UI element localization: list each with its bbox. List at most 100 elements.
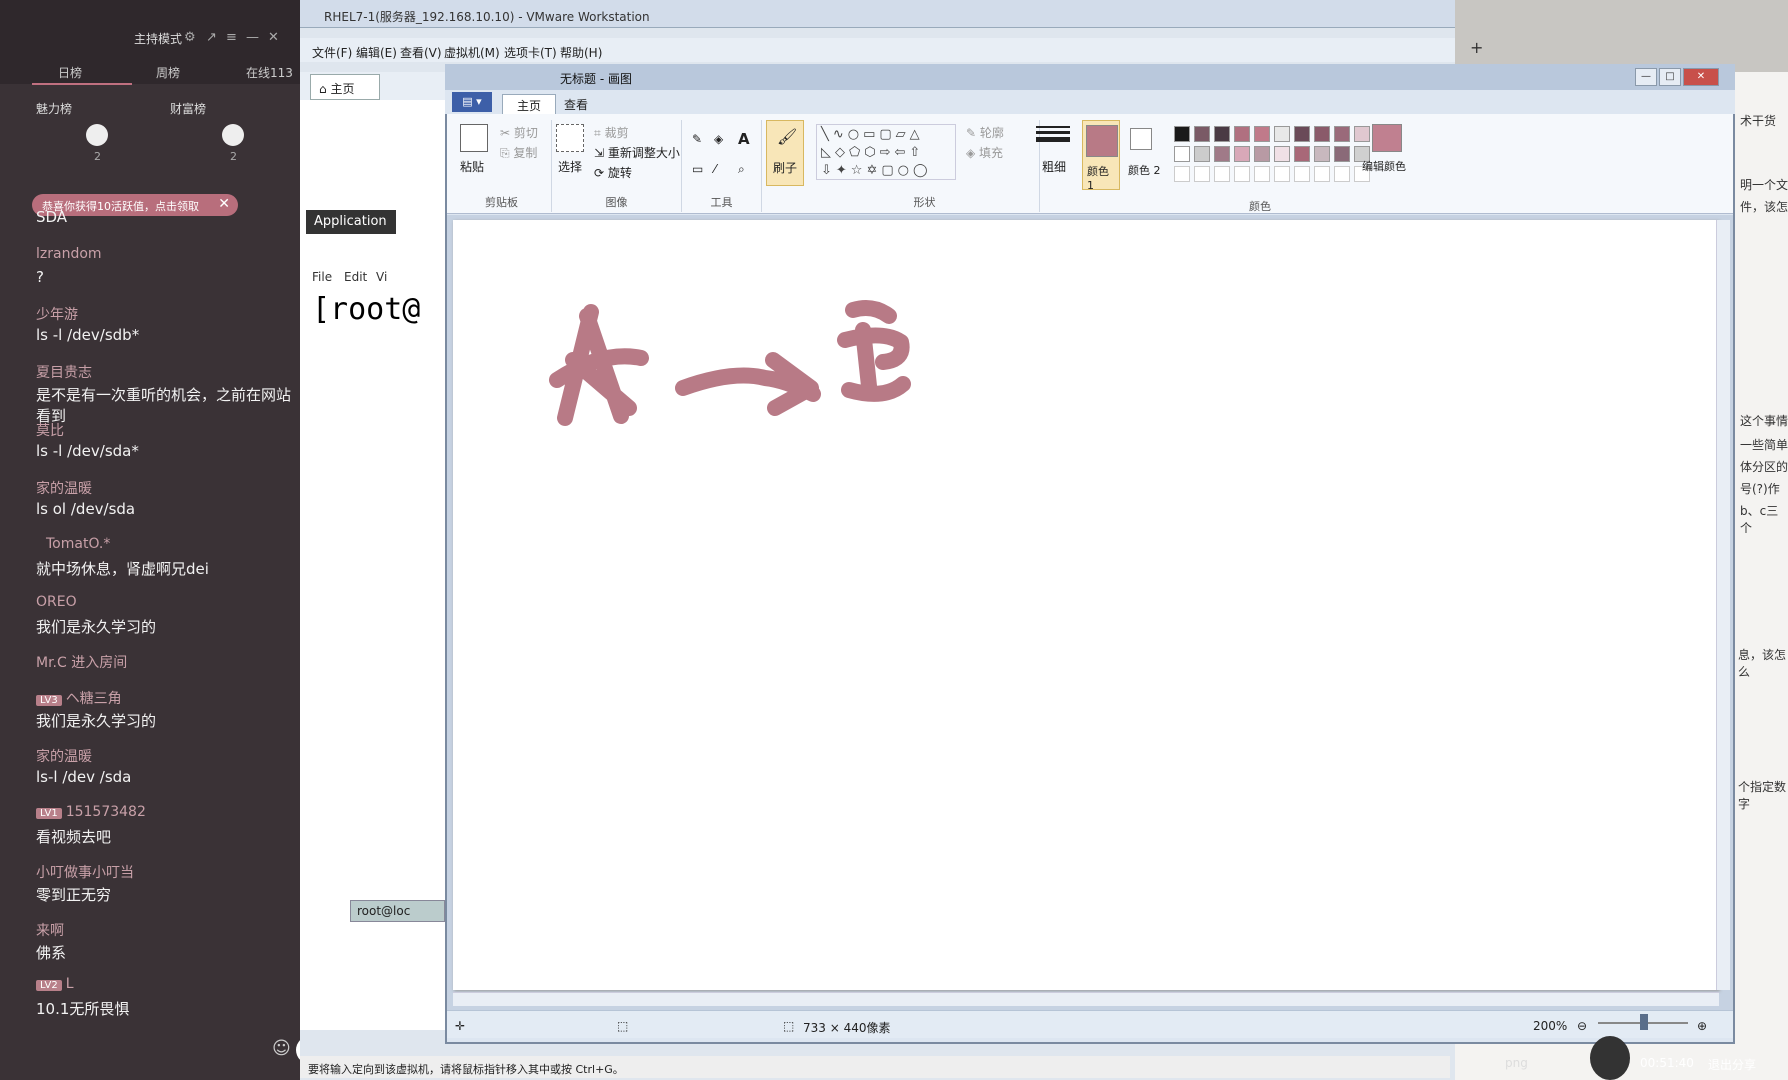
menu-file[interactable]: 文件(F) [312,44,352,61]
applications-menu[interactable]: Application [306,210,396,234]
select-icon[interactable] [556,124,584,152]
zoom-in-icon[interactable]: ⊕ [1697,1019,1707,1033]
console-menu-view[interactable]: Vi [376,270,387,284]
drawn-star [549,304,649,426]
magnifier-icon[interactable]: ⌕ [738,162,745,177]
copy-button[interactable]: ⎘ 复制 [500,144,537,161]
horizontal-scrollbar[interactable] [453,992,1719,1006]
chat-message: OREO 我们是永久学习的 [36,594,157,636]
color2-button[interactable]: 颜色 2 [1124,120,1162,190]
paste-button[interactable]: 粘贴 [460,158,484,175]
palette-swatch-empty[interactable] [1274,166,1290,182]
zoom-out-icon[interactable]: ⊖ [1577,1019,1587,1033]
paste-icon[interactable] [460,124,488,152]
menu-tabs[interactable]: 选项卡(T) [504,44,557,61]
palette-swatch-empty[interactable] [1174,166,1190,182]
exit-share-button[interactable]: 退出分享 [1708,1056,1756,1073]
emoji-icon[interactable]: ☺ [272,1038,291,1059]
minimize-button[interactable]: — [1635,68,1657,86]
menu-view[interactable]: 查看(V) [400,44,442,61]
crop-button[interactable]: ⌗ 裁剪 [594,124,629,141]
palette-swatch-empty[interactable] [1334,166,1350,182]
palette-swatch[interactable] [1214,126,1230,142]
palette-swatch-empty[interactable] [1294,166,1310,182]
external-icon[interactable]: ↗ [206,30,217,45]
resize-button[interactable]: ⇲ 重新调整大小 [594,144,680,161]
color1-button[interactable]: 颜色 1 [1082,120,1120,192]
close-icon[interactable]: ✕ [268,30,279,45]
tab-weekly[interactable]: 周榜 [156,64,180,81]
tab-home[interactable]: ⌂ 主页 [310,74,380,100]
rotate-button[interactable]: ⟳ 旋转 [594,164,632,181]
palette-swatch[interactable] [1234,146,1250,162]
right-snippet: 息，该怎么 [1738,648,1787,679]
zoom-slider-thumb[interactable] [1640,1014,1648,1030]
palette-swatch[interactable] [1294,126,1310,142]
brush-button[interactable]: 🖌 刷子 [766,120,804,186]
palette-swatch[interactable] [1174,146,1190,162]
size-button[interactable]: 粗细 [1036,124,1070,174]
eraser-icon[interactable]: ▭ [692,162,703,176]
palette-swatch[interactable] [1334,146,1350,162]
palette-swatch[interactable] [1334,126,1350,142]
console-menu-file[interactable]: File [312,270,332,284]
edit-colors-icon[interactable] [1372,124,1402,152]
chat-message: LV1 151573482 看视频去吧 [36,804,146,846]
palette-swatch[interactable] [1194,126,1210,142]
palette-swatch-empty[interactable] [1254,166,1270,182]
ribbon-tabbar [445,90,1735,114]
palette-swatch[interactable] [1314,126,1330,142]
edit-colors-button[interactable]: 编辑颜色 [1362,158,1406,174]
text-tool-icon[interactable]: A [738,130,750,148]
console-menu-edit[interactable]: Edit [344,270,367,284]
palette-swatch-empty[interactable] [1314,166,1330,182]
palette-swatch-empty[interactable] [1214,166,1230,182]
charm-avatar[interactable] [86,124,108,146]
file-menu-button[interactable]: ▤ ▾ [452,92,492,112]
tab-daily[interactable]: 日榜 [58,64,82,81]
palette-swatch[interactable] [1274,126,1290,142]
menu-help[interactable]: 帮助(H) [560,44,602,61]
host-mode-label[interactable]: 主持模式 [134,30,182,47]
menu-edit[interactable]: 编辑(E) [356,44,397,61]
color-picker-icon[interactable]: ⁄ [714,162,716,176]
minimize-icon[interactable]: — [246,30,259,45]
right-snippet: b、c三个 [1740,504,1779,535]
palette-swatch[interactable] [1254,146,1270,162]
taskbar-png[interactable]: png [1505,1056,1528,1070]
pencil-icon[interactable]: ✎ [692,132,702,146]
palette-swatch[interactable] [1294,146,1310,162]
palette-swatch[interactable] [1314,146,1330,162]
wealth-rank-label[interactable]: 财富榜 [170,100,206,117]
palette-swatch[interactable] [1234,126,1250,142]
settings-icon[interactable]: ⚙ [184,30,196,45]
wealth-avatar[interactable] [222,124,244,146]
close-button[interactable]: ✕ [1683,68,1719,86]
shapes-gallery[interactable]: ╲∿○▭▢▱△ ◺◇⬠⬡⇨⇦⇧ ⇩✦☆✡▢○◯ [816,124,956,180]
select-button[interactable]: 选择 [558,158,582,175]
palette-swatch-empty[interactable] [1194,166,1210,182]
palette-swatch[interactable] [1174,126,1190,142]
charm-rank-label[interactable]: 魅力榜 [36,100,72,117]
cut-button[interactable]: ✂ 剪切 [500,124,538,141]
maximize-button[interactable]: □ [1659,68,1681,86]
palette-swatch[interactable] [1214,146,1230,162]
vm-console[interactable] [300,100,450,1030]
palette-swatch[interactable] [1354,126,1370,142]
palette-swatch[interactable] [1254,126,1270,142]
palette-swatch[interactable] [1274,146,1290,162]
vertical-scrollbar[interactable] [1716,220,1730,990]
drawing-canvas[interactable] [453,220,1719,990]
fill-bucket-icon[interactable]: ◈ [714,132,723,146]
vm-taskbar-item[interactable]: root@loc [350,900,445,922]
menu-icon[interactable]: ≡ [226,30,237,45]
tab-home[interactable]: 主页 [502,94,557,116]
tab-view[interactable]: 查看 [550,94,602,115]
tab-online[interactable]: 在线113 [246,64,293,81]
outline-button[interactable]: ✎ 轮廓 [966,124,1004,141]
palette-swatch-empty[interactable] [1234,166,1250,182]
new-tab-icon[interactable]: + [1470,38,1483,57]
menu-vm[interactable]: 虚拟机(M) [444,44,500,61]
fill-button[interactable]: ◈ 填充 [966,144,1003,161]
palette-swatch[interactable] [1194,146,1210,162]
